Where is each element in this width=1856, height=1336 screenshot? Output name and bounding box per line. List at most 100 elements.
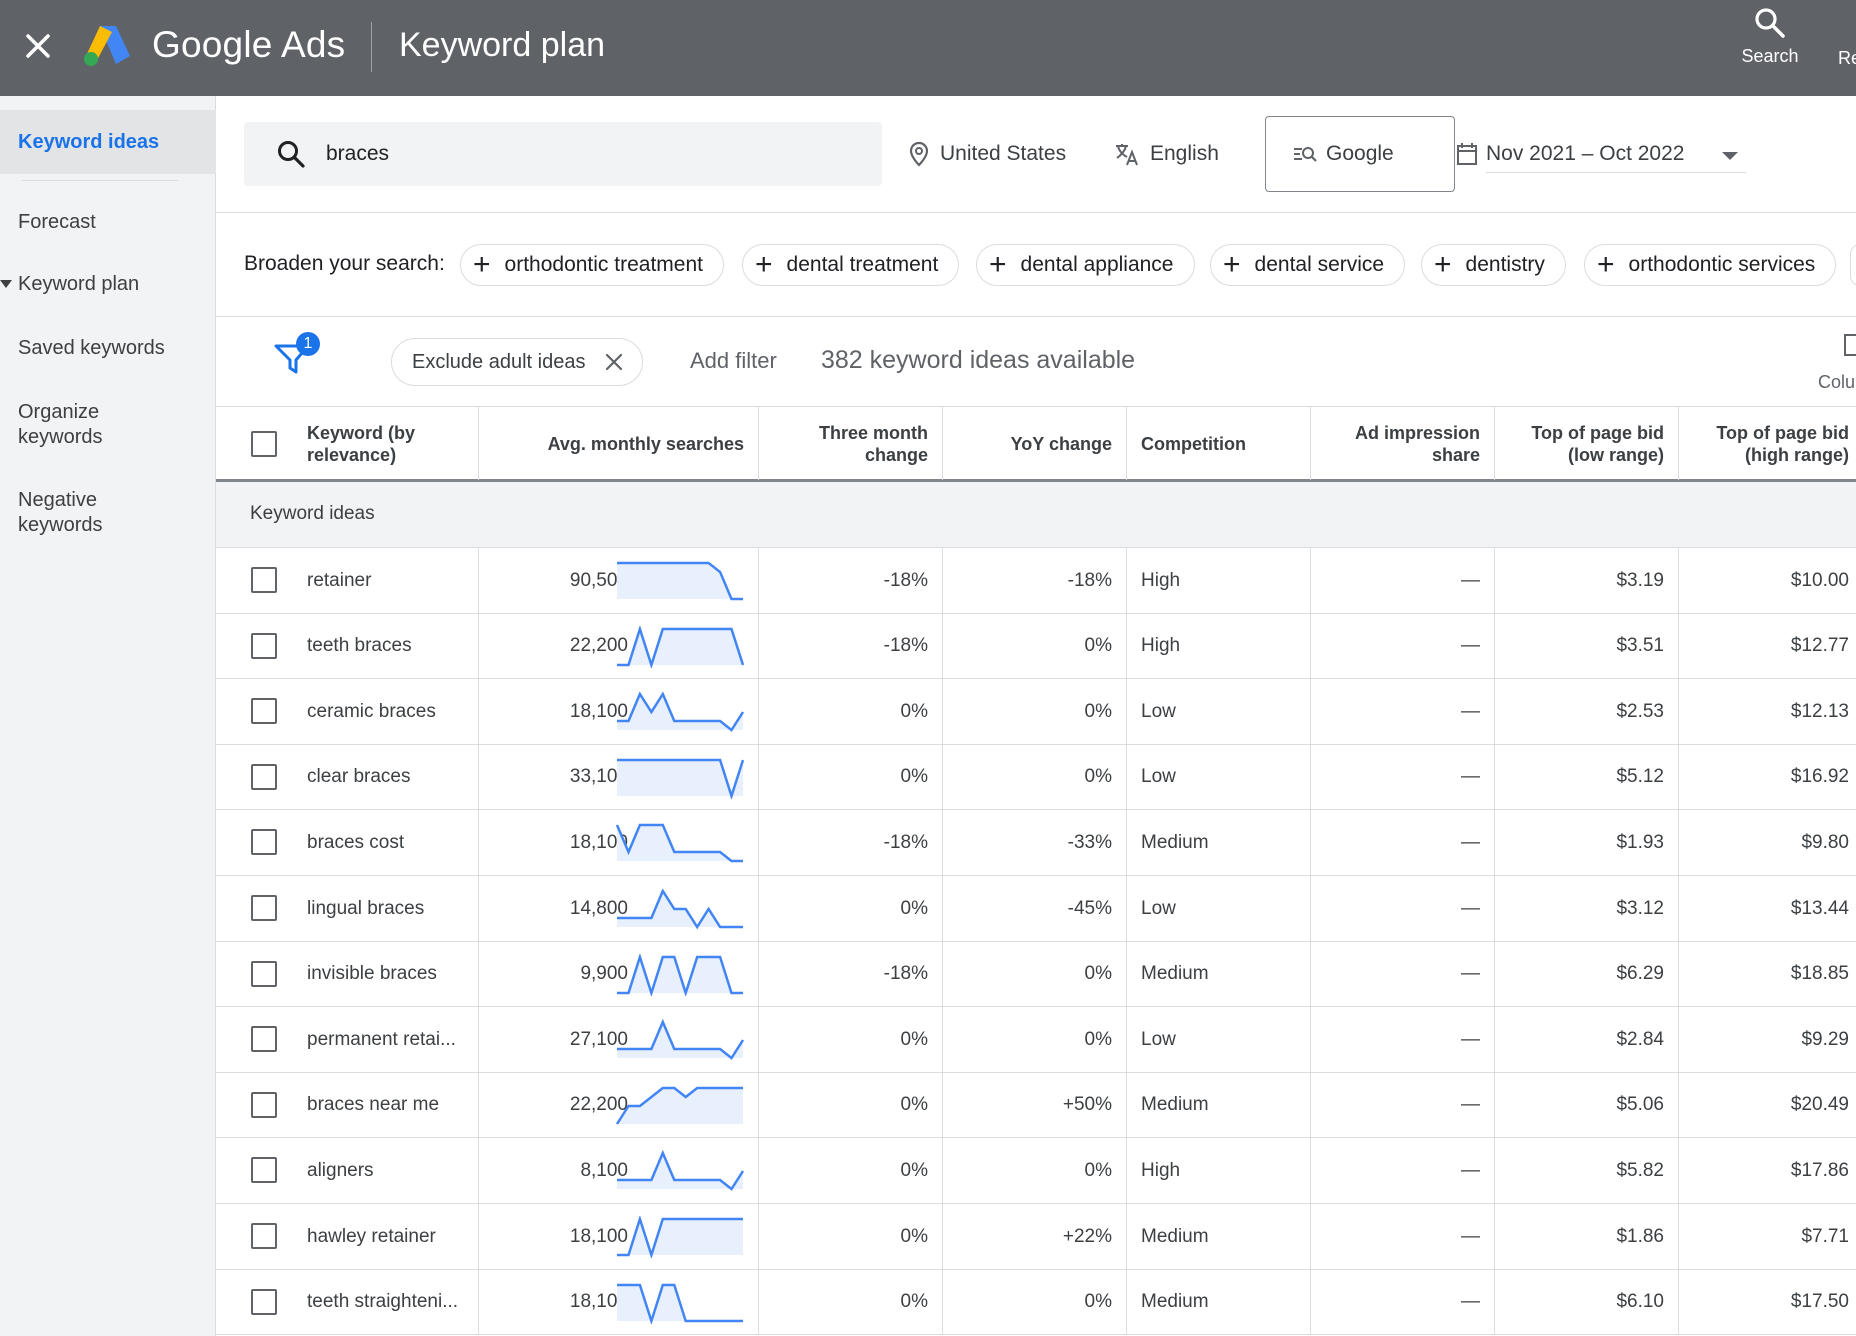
row-checkbox[interactable] bbox=[251, 763, 277, 790]
select-all-checkbox[interactable] bbox=[251, 431, 277, 457]
row-checkbox[interactable] bbox=[251, 960, 277, 987]
sidebar-item-forecast[interactable]: Forecast bbox=[0, 210, 216, 235]
row-checkbox[interactable] bbox=[251, 895, 277, 921]
group-label: Keyword ideas bbox=[250, 503, 375, 524]
language-selector[interactable]: English bbox=[1114, 132, 1219, 176]
three-month-cell: 0% bbox=[759, 1072, 943, 1138]
bid-high-cell: $17.50 bbox=[1790, 1291, 1849, 1313]
yoy-cell: 0% bbox=[943, 1007, 1127, 1073]
trend-sparkline bbox=[617, 1150, 744, 1192]
row-checkbox[interactable] bbox=[251, 1288, 277, 1315]
keyword-text: braces cost bbox=[307, 831, 405, 853]
search-icon bbox=[278, 141, 305, 168]
bid-low-cell: $2.84 bbox=[1495, 1007, 1679, 1073]
keyword-cell: teeth braces bbox=[216, 613, 479, 679]
yoy-cell: -33% bbox=[943, 810, 1127, 876]
row-checkbox[interactable] bbox=[251, 1026, 277, 1053]
network-selector[interactable]: Google bbox=[1265, 116, 1455, 192]
three-month-cell: -18% bbox=[759, 810, 943, 876]
table-row: permanent retai... 27,100 0% 0% Low — $2.84 $9.… bbox=[216, 1007, 1856, 1073]
trend-sparkline bbox=[617, 691, 744, 733]
broaden-chip-overflow[interactable] bbox=[1850, 244, 1856, 286]
topbar-search-button[interactable]: Search bbox=[1730, 6, 1810, 90]
header-bid-low[interactable]: Top of page bid (low range) bbox=[1495, 407, 1679, 480]
three-month-cell: 0% bbox=[759, 1007, 943, 1073]
chip-label: dental service bbox=[1254, 253, 1385, 276]
sidebar-item-organize-keywords[interactable]: Organize keywords bbox=[0, 400, 150, 450]
row-checkbox[interactable] bbox=[251, 1157, 277, 1184]
close-icon[interactable] bbox=[602, 350, 626, 374]
keyword-text: retainer bbox=[307, 569, 372, 591]
columns-button[interactable]: Colu bbox=[1818, 334, 1856, 394]
broaden-chip[interactable]: + dental appliance bbox=[976, 244, 1195, 286]
yoy-cell: +50% bbox=[943, 1072, 1127, 1138]
page-title: Keyword plan bbox=[399, 26, 606, 64]
location-pin-icon bbox=[909, 141, 929, 167]
bid-low-cell: $2.53 bbox=[1495, 679, 1679, 745]
close-icon[interactable] bbox=[18, 26, 58, 66]
plus-icon: + bbox=[1597, 248, 1615, 281]
competition-cell: Low bbox=[1127, 876, 1311, 941]
header-avg-monthly-searches[interactable]: Avg. monthly searches bbox=[479, 407, 759, 480]
add-filter-button[interactable]: Add filter bbox=[690, 348, 777, 374]
row-checkbox[interactable] bbox=[251, 1223, 277, 1249]
keyword-cell: lingual braces bbox=[216, 876, 479, 941]
date-range-selector[interactable]: Nov 2021 – Oct 2022 bbox=[1456, 132, 1746, 176]
broaden-chip[interactable]: + dental treatment bbox=[742, 244, 960, 286]
broaden-chip[interactable]: + orthodontic services bbox=[1584, 244, 1837, 286]
keyword-text: braces near me bbox=[307, 1094, 440, 1116]
topbar-truncated-label[interactable]: Re bbox=[1838, 48, 1856, 69]
impression-cell: — bbox=[1311, 548, 1495, 613]
three-month-cell: 0% bbox=[759, 1138, 943, 1204]
table-row: lingual braces 14,800 0% -45% Low — $3.12 $13.4… bbox=[216, 876, 1856, 942]
header-keyword[interactable]: Keyword (by relevance) bbox=[307, 422, 447, 466]
sidebar-item-keyword-plan[interactable]: Keyword plan bbox=[0, 272, 216, 297]
bid-low-cell: $3.19 bbox=[1495, 548, 1679, 613]
three-month-cell: -18% bbox=[759, 548, 943, 613]
table-row: hawley retainer 18,100 0% +22% Medium — $1.86 $… bbox=[216, 1204, 1856, 1270]
impression-cell: — bbox=[1311, 876, 1495, 941]
header-three-month-change[interactable]: Three month change bbox=[759, 407, 943, 480]
translate-icon bbox=[1116, 144, 1138, 166]
broaden-label: Broaden your search: bbox=[244, 252, 445, 275]
row-checkbox[interactable] bbox=[251, 632, 277, 659]
sidebar-item-saved-keywords[interactable]: Saved keywords bbox=[0, 336, 216, 361]
sidebar-divider bbox=[22, 180, 178, 181]
impression-cell: — bbox=[1311, 744, 1495, 810]
broaden-chip[interactable]: + orthodontic treatment bbox=[460, 244, 724, 286]
row-checkbox[interactable] bbox=[251, 567, 277, 593]
trend-sparkline bbox=[617, 953, 743, 996]
sidebar-item-keyword-ideas[interactable]: Keyword ideas bbox=[0, 110, 216, 174]
keyword-search-input[interactable] bbox=[326, 136, 846, 172]
header-ad-impression-share[interactable]: Ad impression share bbox=[1311, 407, 1495, 480]
keyword-text: hawley retainer bbox=[307, 1225, 436, 1247]
competition-cell: Medium bbox=[1127, 1072, 1311, 1138]
header-competition[interactable]: Competition bbox=[1127, 407, 1311, 480]
row-checkbox[interactable] bbox=[251, 698, 277, 725]
keyword-cell: teeth straighteni... bbox=[216, 1269, 479, 1335]
plus-icon: + bbox=[473, 248, 491, 281]
brand-google: Google bbox=[152, 24, 273, 65]
broaden-chip[interactable]: + dentistry bbox=[1421, 244, 1566, 286]
bid-low-cell: $3.12 bbox=[1495, 876, 1679, 941]
plus-icon: + bbox=[989, 248, 1007, 281]
keyword-search-box[interactable] bbox=[244, 122, 882, 186]
trend-sparkline bbox=[616, 1086, 743, 1125]
competition-cell: Medium bbox=[1127, 1204, 1311, 1269]
yoy-cell: 0% bbox=[943, 613, 1127, 679]
bid-low-cell: $1.86 bbox=[1495, 1204, 1679, 1269]
date-range-field[interactable]: Nov 2021 – Oct 2022 bbox=[1486, 136, 1746, 173]
broaden-chip[interactable]: + dental service bbox=[1210, 244, 1406, 286]
bid-low-cell: $5.06 bbox=[1495, 1072, 1679, 1138]
header-yoy-change[interactable]: YoY change bbox=[943, 407, 1127, 480]
active-filter-chip[interactable]: Exclude adult ideas bbox=[391, 338, 643, 386]
impression-cell: — bbox=[1311, 810, 1495, 876]
row-checkbox[interactable] bbox=[251, 1091, 277, 1118]
language-label: English bbox=[1150, 142, 1219, 165]
header-bid-high[interactable]: Top of page bid (high range) bbox=[1679, 407, 1856, 480]
active-filter-label: Exclude adult ideas bbox=[412, 350, 586, 373]
row-checkbox[interactable] bbox=[251, 829, 277, 856]
bid-high-cell: $10.00 bbox=[1790, 569, 1849, 591]
location-selector[interactable]: United States bbox=[908, 132, 1066, 176]
sidebar-item-negative-keywords[interactable]: Negative keywords bbox=[0, 488, 150, 538]
